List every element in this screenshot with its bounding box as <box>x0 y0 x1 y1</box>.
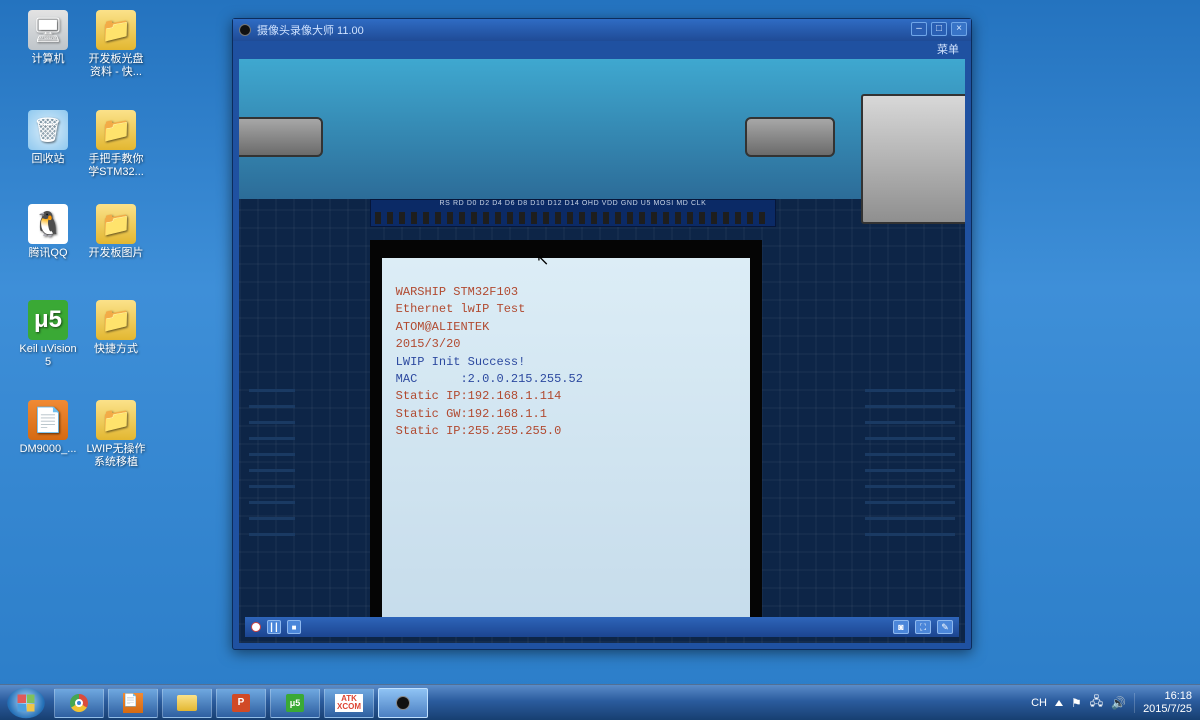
desktop-icon-devboard-cd[interactable]: 📁 开发板光盘资料 - 快... <box>86 10 146 79</box>
lcd-line: MAC :2.0.0.215.255.52 <box>396 371 736 388</box>
qq-icon: 🐧 <box>28 204 68 244</box>
network-icon[interactable]: 🖧 <box>1090 692 1103 713</box>
taskbar-item-atk-xcom[interactable]: ATK XCOM <box>324 688 374 718</box>
taskbar-item-keil[interactable]: μ5 <box>270 688 320 718</box>
db9-connector-left <box>239 117 323 157</box>
icon-label: 开发板光盘资料 - 快... <box>86 53 146 79</box>
window-title: 摄像头录像大师 11.00 <box>257 22 364 38</box>
close-button[interactable]: × <box>951 22 967 36</box>
desktop-icon-qq[interactable]: 🐧 腾讯QQ <box>18 204 78 260</box>
lcd-line: Static IP:192.168.1.114 <box>396 388 736 405</box>
desktop-icon-computer[interactable]: 🖥 计算机 <box>18 10 78 66</box>
lcd-line: Ethernet lwIP Test <box>396 301 736 318</box>
chrome-icon <box>70 694 88 712</box>
taskbar-item-camera[interactable] <box>378 688 428 718</box>
lcd-line: ATOM@ALIENTEK <box>396 319 736 336</box>
clock-time: 16:18 <box>1143 690 1192 703</box>
lcd-line: LWIP Init Success! <box>396 354 736 371</box>
titlebar[interactable]: 摄像头录像大师 11.00 – □ × <box>233 19 971 41</box>
desktop-icon-shortcut[interactable]: 📁 快捷方式 <box>86 300 146 356</box>
tray-separator <box>1134 693 1135 713</box>
settings-button[interactable]: ✎ <box>937 620 953 634</box>
desktop-icon-recycle[interactable]: 🗑 回收站 <box>18 110 78 166</box>
camera-recorder-window: 摄像头录像大师 11.00 – □ × 菜单 RS RD D0 D2 D4 D6… <box>232 18 972 650</box>
action-center-icon[interactable]: ⚑ <box>1071 696 1082 710</box>
lcd-frame: WARSHIP STM32F103 Ethernet lwIP Test ATO… <box>370 240 762 625</box>
taskbar-item-explorer[interactable] <box>162 688 212 718</box>
volume-icon[interactable]: 🔊 <box>1111 696 1126 710</box>
taskbar-item-powerpoint[interactable]: P <box>216 688 266 718</box>
gpio-pins-right <box>865 386 955 536</box>
pin-labels: RS RD D0 D2 D4 D6 D8 D10 D12 D14 OHD VDD… <box>370 199 777 209</box>
icon-label: 快捷方式 <box>86 343 146 356</box>
desktop-icon-devboard-pics[interactable]: 📁 开发板图片 <box>86 204 146 260</box>
windows-logo-icon <box>18 694 35 711</box>
powerpoint-icon: P <box>232 694 250 712</box>
menu-item[interactable]: 菜单 <box>937 44 959 56</box>
taskbar-item-foxit[interactable]: 📄 <box>108 688 158 718</box>
folder-icon: 📁 <box>96 400 136 440</box>
icon-label: Keil uVision5 <box>18 343 78 369</box>
icon-label: 手把手教你学STM32... <box>86 153 146 179</box>
app-icon <box>239 24 251 36</box>
desktop-icon-stm32-tutorial[interactable]: 📁 手把手教你学STM32... <box>86 110 146 179</box>
computer-icon: 🖥 <box>28 10 68 50</box>
minimize-button[interactable]: – <box>911 22 927 36</box>
player-toolbar: ┃┃ ■ ◙ ⛶ ✎ <box>245 617 959 637</box>
atk-xcom-icon: ATK XCOM <box>335 694 363 712</box>
ime-indicator[interactable]: CH <box>1031 697 1047 709</box>
taskbar-item-chrome[interactable] <box>54 688 104 718</box>
fullscreen-button[interactable]: ⛶ <box>915 620 931 634</box>
lcd-line: Static IP:255.255.255.0 <box>396 423 736 440</box>
folder-icon: 📁 <box>96 300 136 340</box>
foxit-icon: 📄 <box>123 693 143 713</box>
icon-label: 计算机 <box>18 53 78 66</box>
icon-label: 回收站 <box>18 153 78 166</box>
lcd-screen: WARSHIP STM32F103 Ethernet lwIP Test ATO… <box>382 258 750 625</box>
gpio-pins-left <box>249 386 295 536</box>
lcd-line: Static GW:192.168.1.1 <box>396 406 736 423</box>
icon-label: DM9000_... <box>18 443 78 456</box>
maximize-button[interactable]: □ <box>931 22 947 36</box>
stop-button[interactable]: ■ <box>287 620 301 634</box>
keil-icon: μ5 <box>286 694 304 712</box>
video-preview: RS RD D0 D2 D4 D6 D8 D10 D12 D14 OHD VDD… <box>239 59 965 643</box>
lcd-line: 2015/3/20 <box>396 336 736 353</box>
taskbar: 📄 P μ5 ATK XCOM CH ⚑ 🖧 🔊 16:18 2015/7/25 <box>0 684 1200 720</box>
desktop-icon-lwip[interactable]: 📁 LWIP无操作系统移植 <box>86 400 146 469</box>
folder-icon <box>177 695 197 711</box>
icon-label: 开发板图片 <box>86 247 146 260</box>
start-button[interactable] <box>7 687 44 718</box>
recycle-icon: 🗑 <box>28 110 68 150</box>
snapshot-button[interactable]: ◙ <box>893 620 909 634</box>
icon-label: 腾讯QQ <box>18 247 78 260</box>
folder-icon: 📁 <box>96 110 136 150</box>
pause-button[interactable]: ┃┃ <box>267 620 281 634</box>
folder-icon: 📁 <box>96 10 136 50</box>
rj45-jack <box>861 94 965 224</box>
desktop-icon-dm9000[interactable]: 📄 DM9000_... <box>18 400 78 456</box>
lcd-line: WARSHIP STM32F103 <box>396 284 736 301</box>
foxit-icon: 📄 <box>28 400 68 440</box>
icon-label: LWIP无操作系统移植 <box>86 443 146 469</box>
db9-connector-right <box>745 117 835 157</box>
clock-date: 2015/7/25 <box>1143 703 1192 716</box>
folder-icon: 📁 <box>96 204 136 244</box>
taskbar-clock[interactable]: 16:18 2015/7/25 <box>1143 690 1192 715</box>
record-button[interactable] <box>251 622 261 632</box>
keil-icon: μ5 <box>28 300 68 340</box>
system-tray: CH ⚑ 🖧 🔊 16:18 2015/7/25 <box>1023 685 1200 720</box>
menubar: 菜单 <box>233 41 971 59</box>
tray-expand-icon[interactable] <box>1055 700 1063 706</box>
desktop-icon-keil[interactable]: μ5 Keil uVision5 <box>18 300 78 369</box>
camera-icon <box>396 696 410 710</box>
